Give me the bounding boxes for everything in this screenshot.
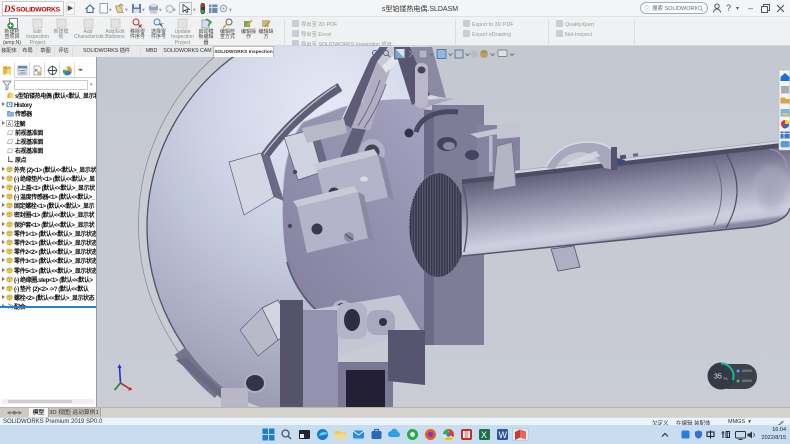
svg-text:▾: ▾: [159, 8, 162, 14]
svg-text:X: X: [481, 430, 487, 440]
svg-text:DS: DS: [3, 4, 16, 14]
svg-text:▾: ▾: [109, 8, 112, 14]
svg-text:▾: ▾: [142, 8, 145, 14]
svg-text:W: W: [499, 430, 508, 440]
svg-text:SOLIDWORKS: SOLIDWORKS: [16, 7, 61, 14]
svg-text:%: %: [724, 376, 728, 381]
svg-text:▾: ▾: [173, 8, 176, 14]
svg-text:▾: ▾: [125, 8, 128, 14]
svg-text:▾: ▾: [229, 8, 232, 14]
svg-text:35: 35: [714, 374, 722, 381]
svg-text:A: A: [8, 121, 12, 126]
svg-text:▾: ▾: [193, 8, 196, 14]
